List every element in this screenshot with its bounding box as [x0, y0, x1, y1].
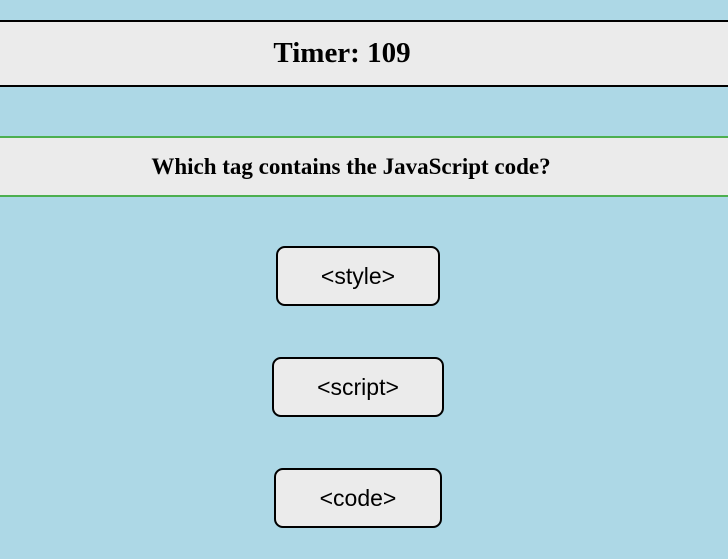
answer-button-script[interactable]: <script> [272, 357, 444, 417]
timer-label: Timer: [273, 37, 360, 69]
question-bar: Which tag contains the JavaScript code? [0, 136, 728, 197]
answer-button-code[interactable]: <code> [274, 468, 442, 528]
timer-display: Timer: 109 [273, 37, 410, 70]
timer-bar: Timer: 109 [0, 20, 728, 87]
timer-value: 109 [367, 37, 411, 69]
question-text: Which tag contains the JavaScript code? [151, 153, 551, 179]
answer-button-style[interactable]: <style> [276, 246, 440, 306]
